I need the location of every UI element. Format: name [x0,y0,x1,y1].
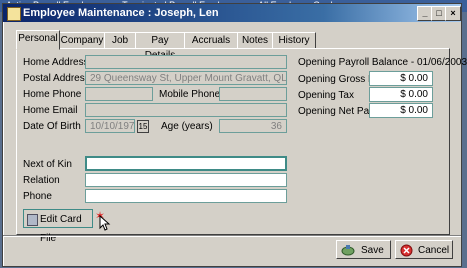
home-address-field[interactable] [85,55,287,69]
close-button[interactable]: × [445,6,461,21]
opening-tax-label: Opening Tax [298,90,354,101]
tab-history[interactable]: History [272,32,316,49]
employee-maintenance-window: Employee Maintenance : Joseph, Len _ □ ×… [2,3,467,267]
dob-field[interactable]: 10/10/1974 [85,119,135,133]
age-label: Age (years) [161,121,213,132]
personal-panel: Home Address Postal Address 29 Queensway… [16,48,467,244]
card-file-icon [27,214,38,226]
opening-net-pay-field[interactable]: $ 0.00 [369,103,433,118]
save-label: Save [361,245,384,256]
calendar-icon[interactable]: 15 [137,120,149,133]
relation-label: Relation [23,175,60,186]
title-bar[interactable]: Employee Maintenance : Joseph, Len _ □ × [3,4,461,22]
postal-address-field[interactable]: 29 Queensway St, Upper Mount Gravatt, QL… [85,71,287,85]
opening-net-pay-label: Opening Net Pay [298,106,375,117]
mobile-phone-field[interactable] [219,87,287,101]
next-of-kin-field[interactable] [85,156,287,171]
edit-card-file-label: Edit Card File [40,214,82,244]
cancel-label: Cancel [418,245,450,256]
opening-tax-field[interactable]: $ 0.00 [369,87,433,102]
tab-job[interactable]: Job [104,32,136,49]
window-title: Employee Maintenance : Joseph, Len [23,7,219,19]
home-phone-label: Home Phone [23,89,82,100]
edit-card-file-button[interactable]: Edit Card File [23,209,93,244]
app-icon [7,7,21,21]
cancel-icon [400,244,413,257]
cancel-button[interactable]: Cancel [395,240,453,259]
dob-label: Date Of Birth [23,121,81,132]
tab-accruals[interactable]: Accruals [184,32,238,49]
footer-separator [3,235,461,237]
tab-notes[interactable]: Notes [237,32,273,49]
next-of-kin-label: Next of Kin [23,159,72,170]
opening-balance-heading: Opening Payroll Balance - 01/06/2003 [298,57,467,68]
home-phone-field[interactable] [85,87,153,101]
tab-personal[interactable]: Personal [16,30,60,50]
phone-label: Phone [23,191,52,202]
home-email-label: Home Email [23,105,78,116]
save-button[interactable]: Save [336,240,391,259]
mouse-cursor-icon [99,215,111,231]
relation-field[interactable] [85,173,287,187]
age-field: 36 [219,119,287,133]
tab-company[interactable]: Company [59,32,105,49]
postal-address-label: Postal Address [23,73,90,84]
mobile-phone-label: Mobile Phone [159,89,221,100]
home-email-field[interactable] [85,103,287,117]
opening-gross-pay-field[interactable]: $ 0.00 [369,71,433,86]
tab-pay-details[interactable]: Pay Details [135,32,185,61]
save-icon [341,245,355,256]
phone-field[interactable] [85,189,287,203]
home-address-label: Home Address [23,57,89,68]
